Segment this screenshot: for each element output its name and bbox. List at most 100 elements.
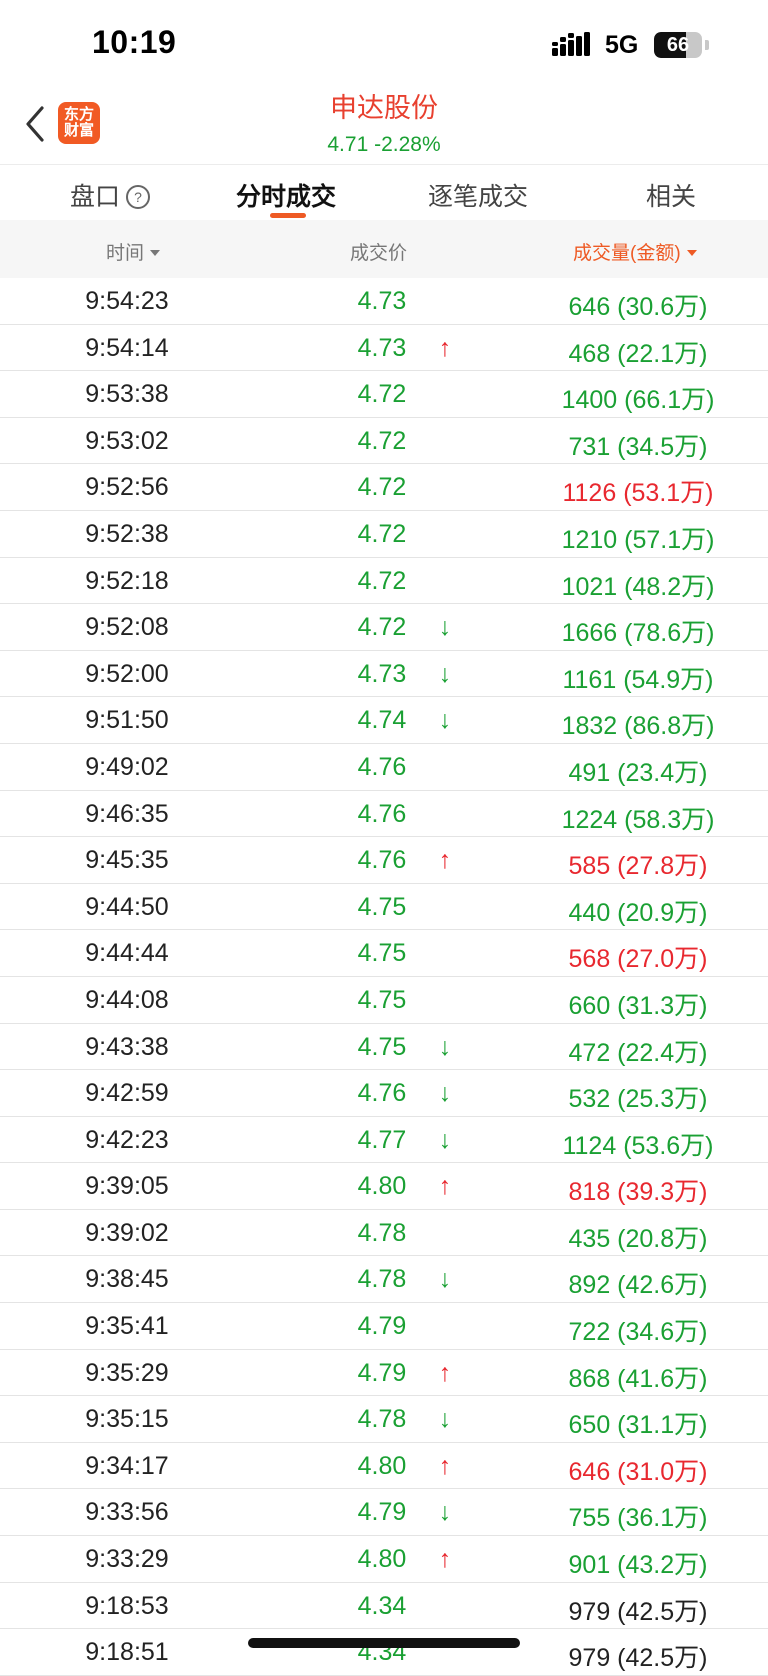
trade-time: 9:54:23 bbox=[85, 287, 169, 315]
table-row: 9:53:38 4.72 1400 (66.1万) bbox=[0, 371, 768, 418]
trade-price: 4.79 bbox=[357, 1312, 407, 1341]
trade-price: 4.72 bbox=[357, 473, 407, 502]
trade-time: 9:44:50 bbox=[85, 892, 169, 921]
trade-time: 9:35:29 bbox=[85, 1358, 169, 1387]
trade-time: 9:46:35 bbox=[85, 799, 169, 828]
trade-time: 9:33:56 bbox=[85, 1498, 169, 1527]
arrow-up-icon: ↑ bbox=[438, 1358, 452, 1387]
table-row: 9:35:41 4.79 722 (34.6万) bbox=[0, 1303, 768, 1350]
status-bar: 10:19 5G 66 bbox=[0, 0, 768, 90]
trade-price: 4.75 bbox=[357, 985, 407, 1014]
trade-list[interactable]: 9:54:23 4.73 646 (30.6万) 9:54:14 4.73 ↑ 468 (2… bbox=[0, 278, 768, 1676]
trade-price: 4.72 bbox=[357, 426, 407, 455]
trade-price: 4.76 bbox=[357, 752, 407, 781]
table-row: 9:44:08 4.75 660 (31.3万) bbox=[0, 977, 768, 1024]
trade-time: 9:52:38 bbox=[85, 519, 169, 548]
trade-time: 9:43:38 bbox=[85, 1032, 169, 1061]
trade-time: 9:54:14 bbox=[85, 333, 169, 362]
table-row: 9:49:02 4.76 491 (23.4万) bbox=[0, 744, 768, 791]
table-row: 9:35:15 4.78 ↓ 650 (31.1万) bbox=[0, 1396, 768, 1443]
trade-price: 4.76 bbox=[357, 1079, 407, 1108]
trade-volume: 491 (23.4万) bbox=[568, 758, 708, 787]
status-time: 10:19 bbox=[92, 24, 177, 60]
arrow-down-icon: ↓ bbox=[438, 706, 452, 735]
trade-price: 4.75 bbox=[357, 1032, 407, 1061]
trade-time: 9:52:56 bbox=[85, 473, 169, 502]
home-indicator[interactable] bbox=[248, 1638, 520, 1648]
trade-volume: 731 (34.5万) bbox=[568, 432, 708, 461]
trade-time: 9:35:15 bbox=[85, 1405, 169, 1434]
tab-fenshi[interactable]: 分时成交 bbox=[236, 177, 336, 213]
arrow-down-icon: ↓ bbox=[438, 1079, 452, 1108]
table-row: 9:42:23 4.77 ↓ 1124 (53.6万) bbox=[0, 1117, 768, 1164]
trade-volume: 979 (42.5万) bbox=[568, 1644, 708, 1673]
trade-price: 4.75 bbox=[357, 892, 407, 921]
arrow-up-icon: ↑ bbox=[438, 846, 452, 875]
trade-volume: 818 (39.3万) bbox=[568, 1178, 708, 1207]
trade-time: 9:44:08 bbox=[85, 985, 169, 1014]
trade-time: 9:38:45 bbox=[85, 1265, 169, 1294]
trade-time: 9:52:18 bbox=[85, 566, 169, 595]
help-icon[interactable]: ? bbox=[126, 185, 151, 209]
battery-level: 66 bbox=[666, 34, 690, 56]
sort-down-icon bbox=[686, 250, 697, 256]
table-row: 9:45:35 4.76 ↑ 585 (27.8万) bbox=[0, 837, 768, 884]
trade-time: 9:34:17 bbox=[85, 1451, 169, 1480]
column-price: 成交价 bbox=[350, 238, 407, 265]
trade-price: 4.73 bbox=[357, 333, 407, 362]
trade-time: 9:33:29 bbox=[85, 1545, 169, 1574]
table-row: 9:52:56 4.72 1126 (53.1万) bbox=[0, 464, 768, 511]
column-time[interactable]: 时间 bbox=[106, 238, 161, 265]
column-time-label: 时间 bbox=[106, 243, 145, 264]
column-volume-label: 成交量(金额) bbox=[573, 243, 681, 264]
table-row: 9:44:50 4.75 440 (20.9万) bbox=[0, 884, 768, 931]
trade-price: 4.74 bbox=[357, 706, 407, 735]
table-row: 9:18:53 4.34 979 (42.5万) bbox=[0, 1583, 768, 1630]
table-row: 9:53:02 4.72 731 (34.5万) bbox=[0, 418, 768, 465]
trade-price: 4.79 bbox=[357, 1498, 407, 1527]
trade-volume: 435 (20.8万) bbox=[568, 1224, 708, 1253]
trade-price: 4.72 bbox=[357, 566, 407, 595]
arrow-down-icon: ↓ bbox=[438, 1032, 452, 1061]
network-type: 5G bbox=[605, 31, 639, 59]
arrow-up-icon: ↑ bbox=[438, 333, 452, 362]
trade-volume: 892 (42.6万) bbox=[568, 1271, 708, 1300]
column-price-label: 成交价 bbox=[350, 243, 408, 264]
trade-time: 9:52:08 bbox=[85, 613, 169, 642]
sort-down-icon bbox=[150, 250, 161, 256]
trade-volume: 585 (27.8万) bbox=[568, 852, 708, 881]
trade-time: 9:51:50 bbox=[85, 706, 169, 735]
tab-bar: 盘口? 分时成交 逐笔成交 相关 bbox=[0, 164, 768, 221]
trade-time: 9:45:35 bbox=[85, 846, 169, 875]
table-row: 9:52:38 4.72 1210 (57.1万) bbox=[0, 511, 768, 558]
trade-price: 4.77 bbox=[357, 1125, 407, 1154]
arrow-down-icon: ↓ bbox=[438, 1498, 452, 1527]
battery-icon: 66 bbox=[654, 32, 702, 58]
tab-zhubi[interactable]: 逐笔成交 bbox=[428, 177, 528, 213]
table-row: 9:46:35 4.76 1224 (58.3万) bbox=[0, 791, 768, 838]
trade-volume: 722 (34.6万) bbox=[568, 1318, 708, 1347]
trade-volume: 650 (31.1万) bbox=[568, 1411, 708, 1440]
trade-volume: 472 (22.4万) bbox=[568, 1038, 708, 1067]
trade-time: 9:44:44 bbox=[85, 939, 169, 968]
tab-related[interactable]: 相关 bbox=[646, 177, 696, 213]
column-volume[interactable]: 成交量(金额) bbox=[573, 238, 697, 265]
table-row: 9:34:17 4.80 ↑ 646 (31.0万) bbox=[0, 1443, 768, 1490]
tab-pankou[interactable]: 盘口? bbox=[70, 177, 151, 213]
trade-volume: 1400 (66.1万) bbox=[561, 386, 715, 415]
trade-time: 9:42:23 bbox=[85, 1125, 169, 1154]
table-row: 9:38:45 4.78 ↓ 892 (42.6万) bbox=[0, 1256, 768, 1304]
trade-volume: 1161 (54.9万) bbox=[562, 665, 714, 694]
trade-price: 4.80 bbox=[357, 1172, 407, 1201]
column-header: 时间 成交价 成交量(金额) bbox=[0, 220, 768, 278]
table-row: 9:43:38 4.75 ↓ 472 (22.4万) bbox=[0, 1024, 768, 1071]
trade-volume: 440 (20.9万) bbox=[568, 898, 708, 927]
table-row: 9:52:18 4.72 1021 (48.2万) bbox=[0, 558, 768, 605]
trade-price: 4.72 bbox=[357, 519, 407, 548]
trade-price: 4.80 bbox=[357, 1545, 407, 1574]
table-row: 9:51:50 4.74 ↓ 1832 (86.8万) bbox=[0, 697, 768, 744]
trade-price: 4.76 bbox=[357, 799, 407, 828]
table-row: 9:52:00 4.73 ↓ 1161 (54.9万) bbox=[0, 651, 768, 698]
trade-price: 4.72 bbox=[357, 380, 407, 409]
trade-volume: 660 (31.3万) bbox=[568, 991, 708, 1020]
